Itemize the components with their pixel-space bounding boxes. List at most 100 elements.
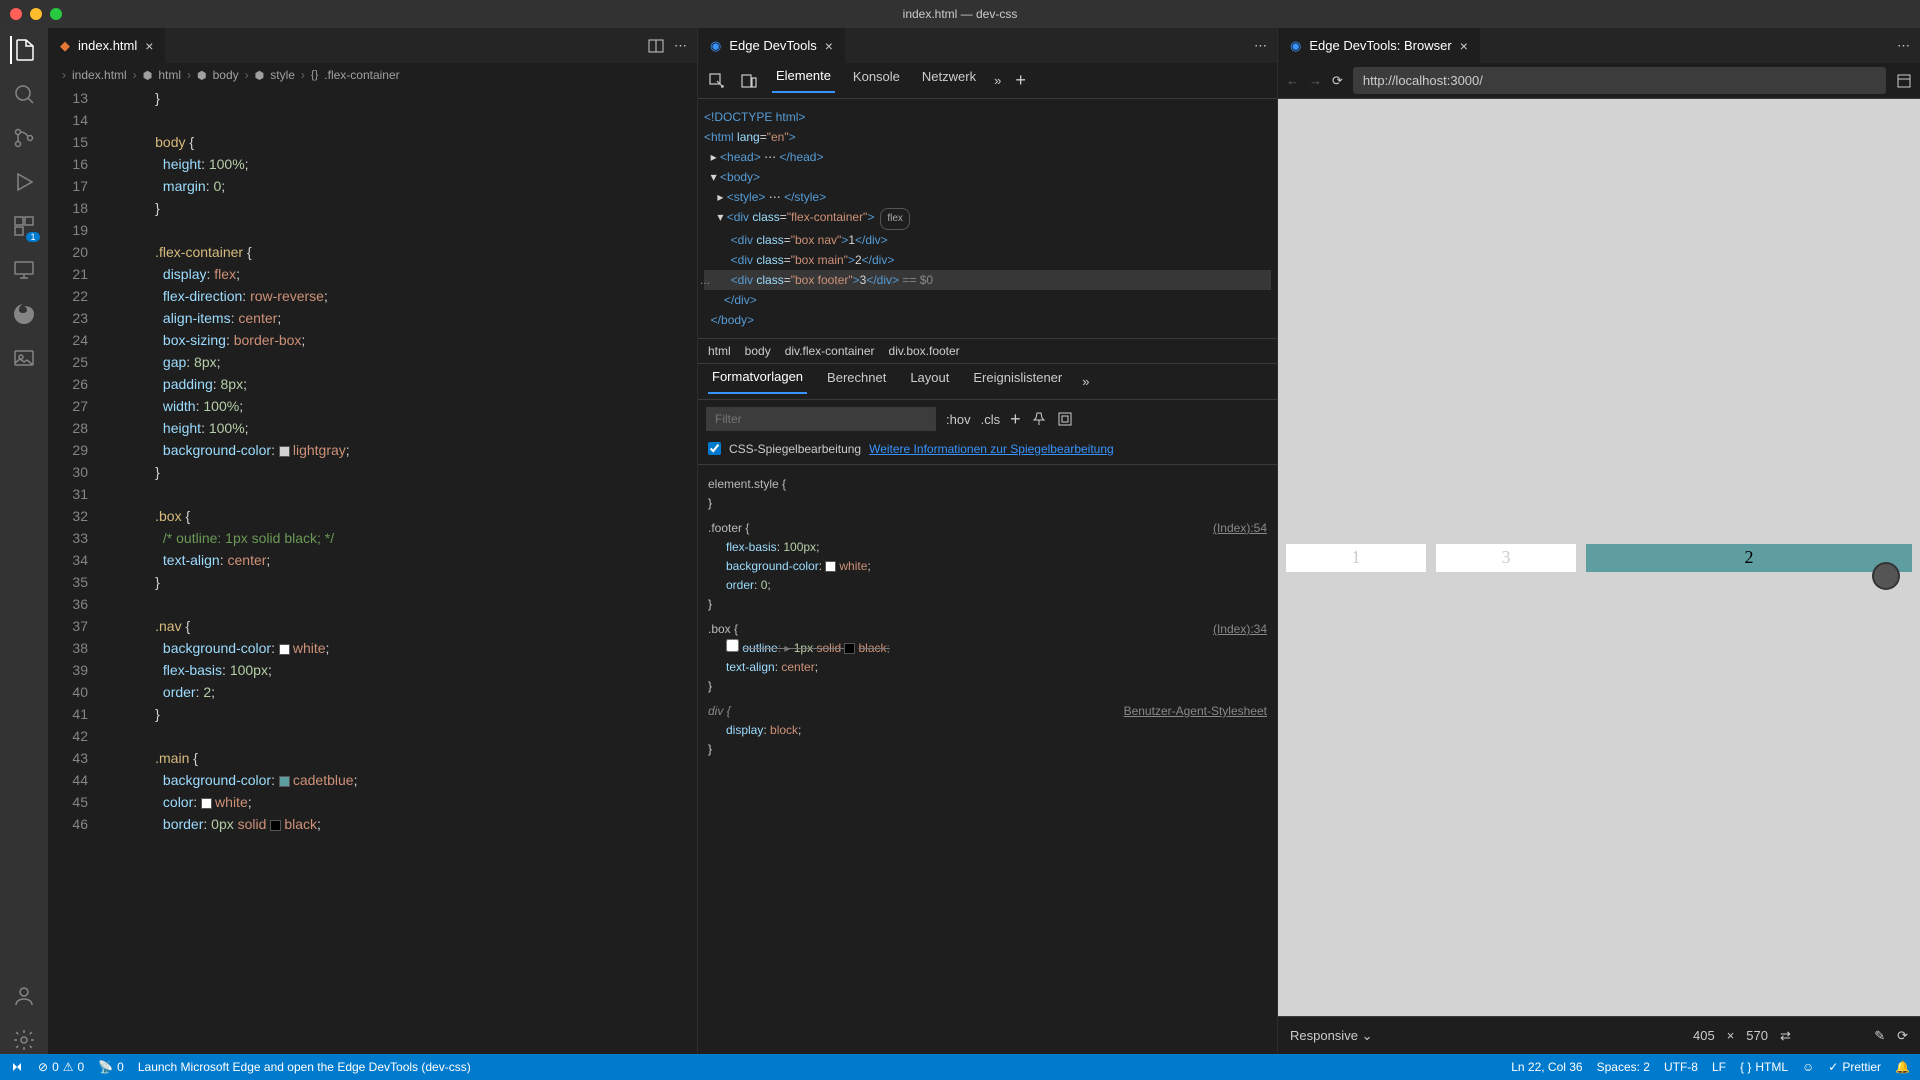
tab-konsole[interactable]: Konsole — [849, 69, 904, 92]
inspect-cursor-icon — [1874, 564, 1898, 588]
tab-layout[interactable]: Layout — [906, 370, 953, 393]
launch-task[interactable]: Launch Microsoft Edge and open the Edge … — [138, 1060, 471, 1074]
device-toolbar: Responsive ⌄ 405 × 570 ⇄ ✎ ⟳ — [1278, 1016, 1920, 1054]
chevron-down-icon: ⌄ — [1362, 1028, 1373, 1043]
search-icon[interactable] — [10, 80, 38, 108]
overflow-tabs-icon[interactable]: » — [994, 73, 1001, 88]
devtools-toolbar: Elemente Konsole Netzwerk » + — [698, 63, 1277, 99]
ports-count[interactable]: 📡 0 — [98, 1060, 124, 1074]
html-file-icon: ◆ — [60, 38, 70, 54]
more-actions-icon[interactable]: ⋯ — [1254, 38, 1267, 54]
browser-tabs: ◉ Edge DevTools: Browser × ⋯ — [1278, 28, 1920, 63]
viewport-height[interactable]: 570 — [1746, 1028, 1768, 1043]
new-style-icon[interactable]: + — [1010, 409, 1021, 430]
mirror-label: CSS-Spiegelbearbeitung — [729, 442, 861, 456]
split-editor-icon[interactable] — [648, 38, 664, 54]
url-input[interactable] — [1353, 67, 1886, 94]
device-toggle-icon[interactable] — [740, 72, 758, 90]
code-content[interactable]: } body { height: 100%; margin: 0; } .fle… — [104, 87, 697, 1054]
device-select[interactable]: Responsive ⌄ — [1290, 1028, 1372, 1044]
more-actions-icon[interactable]: ⋯ — [1897, 38, 1910, 54]
pin-icon[interactable] — [1031, 411, 1047, 427]
prettier-status[interactable]: ✓ Prettier — [1828, 1060, 1881, 1074]
window-controls[interactable] — [0, 8, 62, 20]
eol[interactable]: LF — [1712, 1060, 1726, 1074]
close-tab-icon[interactable]: × — [145, 38, 153, 54]
viewport-width[interactable]: 405 — [1693, 1028, 1715, 1043]
preview-box-3: 3 — [1436, 544, 1576, 572]
overflow-icon[interactable]: » — [1082, 374, 1089, 389]
run-debug-icon[interactable] — [10, 168, 38, 196]
tab-ereignislistener[interactable]: Ereignislistener — [969, 370, 1066, 393]
devtools-tabs: ◉ Edge DevTools × ⋯ — [698, 28, 1277, 63]
styles-panel[interactable]: element.style {}.footer {(Index):54flex-… — [698, 465, 1277, 1054]
rotate-icon[interactable]: ⇄ — [1780, 1028, 1791, 1044]
tab-berechnet[interactable]: Berechnet — [823, 370, 890, 393]
settings-gear-icon[interactable] — [10, 1026, 38, 1054]
close-tab-icon[interactable]: × — [1460, 38, 1468, 54]
extensions-badge: 1 — [26, 232, 40, 242]
edge-icon: ◉ — [1290, 38, 1301, 54]
editor-tab-index[interactable]: ◆ index.html × — [48, 28, 165, 63]
refresh-preview-icon[interactable]: ⟳ — [1897, 1028, 1908, 1044]
maximize-window-icon[interactable] — [50, 8, 62, 20]
account-icon[interactable] — [10, 982, 38, 1010]
devtools-pane: ◉ Edge DevTools × ⋯ Elemente Konsole Net… — [698, 28, 1278, 1054]
errors-count[interactable]: ⊘ 0 ⚠ 0 — [38, 1060, 84, 1074]
inspect-icon[interactable] — [708, 72, 726, 90]
mirror-checkbox[interactable] — [708, 442, 721, 455]
more-actions-icon[interactable]: ⋯ — [674, 38, 687, 54]
close-window-icon[interactable] — [10, 8, 22, 20]
cls-toggle[interactable]: .cls — [981, 412, 1001, 427]
devtools-tab[interactable]: ◉ Edge DevTools × — [698, 28, 845, 63]
encoding[interactable]: UTF-8 — [1664, 1060, 1698, 1074]
dom-tree[interactable]: <!DOCTYPE html><html lang="en"> ▸ <head>… — [698, 99, 1277, 338]
hov-toggle[interactable]: :hov — [946, 412, 971, 427]
tab-elemente[interactable]: Elemente — [772, 68, 835, 93]
explorer-icon[interactable] — [10, 36, 38, 64]
filter-input[interactable] — [706, 407, 936, 431]
photo-icon[interactable] — [10, 344, 38, 372]
tab-netzwerk[interactable]: Netzwerk — [918, 69, 980, 92]
breadcrumb-bar[interactable]: ›index.html ›⬢html ›⬢body ›⬢style ›{}.fl… — [48, 63, 697, 87]
selector-path[interactable]: html body div.flex-container div.box.foo… — [698, 338, 1277, 364]
source-control-icon[interactable] — [10, 124, 38, 152]
cursor-position[interactable]: Ln 22, Col 36 — [1511, 1060, 1582, 1074]
edge-icon: ◉ — [710, 38, 721, 54]
remote-indicator[interactable] — [10, 1060, 24, 1074]
tab-label: index.html — [78, 38, 137, 53]
wand-icon[interactable]: ✎ — [1874, 1028, 1885, 1044]
browser-tab[interactable]: ◉ Edge DevTools: Browser × — [1278, 28, 1480, 63]
language-mode[interactable]: { } HTML — [1740, 1060, 1788, 1074]
close-tab-icon[interactable]: × — [825, 38, 833, 54]
remote-explorer-icon[interactable] — [10, 256, 38, 284]
tab-formatvorlagen[interactable]: Formatvorlagen — [708, 369, 807, 394]
extensions-icon[interactable]: 1 — [10, 212, 38, 240]
status-bar: ⊘ 0 ⚠ 0 📡 0 Launch Microsoft Edge and op… — [0, 1054, 1920, 1080]
title-bar: index.html — dev-css — [0, 0, 1920, 28]
line-gutter: 1314151617181920212223242526272829303132… — [48, 87, 104, 1054]
browser-pane: ◉ Edge DevTools: Browser × ⋯ ← → ⟳ 1 3 2 — [1278, 28, 1920, 1054]
edge-tools-icon[interactable] — [10, 300, 38, 328]
activity-bar: 1 — [0, 28, 48, 1054]
mirror-info-link[interactable]: Weitere Informationen zur Spiegelbearbei… — [869, 442, 1114, 456]
dimension-separator: × — [1727, 1028, 1735, 1043]
open-tools-icon[interactable] — [1896, 73, 1912, 89]
indent-setting[interactable]: Spaces: 2 — [1597, 1060, 1650, 1074]
editor-tabs: ◆ index.html × ⋯ — [48, 28, 697, 63]
computed-icon[interactable] — [1057, 411, 1073, 427]
editor-pane: ◆ index.html × ⋯ ›index.html ›⬢html ›⬢bo… — [48, 28, 698, 1054]
reload-icon[interactable]: ⟳ — [1332, 73, 1343, 89]
page-preview[interactable]: 1 3 2 — [1278, 99, 1920, 1016]
styles-tabs: Formatvorlagen Berechnet Layout Ereignis… — [698, 364, 1277, 400]
code-editor[interactable]: 1314151617181920212223242526272829303132… — [48, 87, 697, 1054]
bell-icon[interactable]: 🔔 — [1895, 1060, 1910, 1074]
add-tab-icon[interactable]: + — [1015, 70, 1026, 91]
styles-toolbar: :hov .cls + — [698, 400, 1277, 438]
feedback-icon[interactable]: ☺ — [1802, 1060, 1814, 1074]
back-icon[interactable]: ← — [1286, 73, 1299, 88]
preview-box-1: 1 — [1286, 544, 1426, 572]
minimize-window-icon[interactable] — [30, 8, 42, 20]
preview-box-2: 2 — [1586, 544, 1912, 572]
forward-icon[interactable]: → — [1309, 73, 1322, 88]
